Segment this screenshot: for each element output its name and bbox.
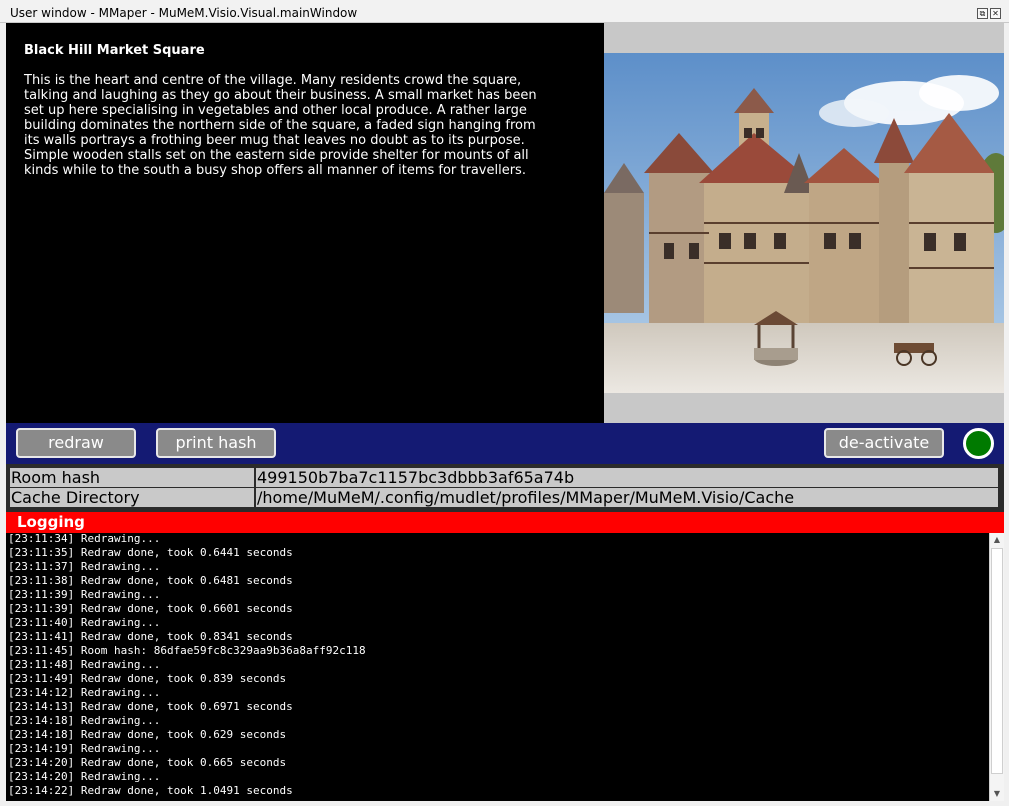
redraw-button[interactable]: redraw xyxy=(16,428,136,458)
info-value: 499150b7ba7c1157bc3dbbb3af65a74b xyxy=(256,468,998,487)
log-line: [23:11:45] Room hash: 86dfae59fc8c329aa9… xyxy=(8,644,366,657)
log-line: [23:14:13] Redraw done, took 0.6971 seco… xyxy=(8,700,293,713)
log-line: [23:11:34] Redrawing... xyxy=(8,533,161,545)
log-lines: [23:11:34] Redrawing... [23:11:35] Redraw… xyxy=(6,533,366,798)
info-key: Cache Directory xyxy=(10,488,254,507)
log-line: [23:14:19] Redrawing... xyxy=(8,742,161,755)
window-title: User window - MMaper - MuMeM.Visio.Visua… xyxy=(10,6,358,20)
window-titlebar: User window - MMaper - MuMeM.Visio.Visua… xyxy=(0,0,1009,23)
room-image-panel xyxy=(604,23,1004,423)
info-row-room-hash: Room hash 499150b7ba7c1157bc3dbbb3af65a7… xyxy=(10,468,998,487)
info-value: /home/MuMeM/.config/mudlet/profiles/MMap… xyxy=(256,488,998,507)
log-line: [23:14:12] Redrawing... xyxy=(8,686,161,699)
scroll-up-icon[interactable]: ▲ xyxy=(990,533,1004,547)
log-line: [23:14:22] Redraw done, took 1.0491 seco… xyxy=(8,784,293,797)
log-line: [23:11:40] Redrawing... xyxy=(8,616,161,629)
log-line: [23:14:20] Redraw done, took 0.665 secon… xyxy=(8,756,287,769)
log-line: [23:14:18] Redraw done, took 0.629 secon… xyxy=(8,728,287,741)
log-scrollbar[interactable]: ▲ ▼ xyxy=(989,533,1004,801)
log-line: [23:11:39] Redraw done, took 0.6601 seco… xyxy=(8,602,293,615)
log-line: [23:11:41] Redraw done, took 0.8341 seco… xyxy=(8,630,293,643)
print-hash-button[interactable]: print hash xyxy=(156,428,276,458)
log-line: [23:11:39] Redrawing... xyxy=(8,588,161,601)
logging-header: Logging xyxy=(6,512,1004,533)
deactivate-button[interactable]: de-activate xyxy=(824,428,944,458)
room-description-panel: Black Hill Market Square This is the hea… xyxy=(6,23,604,423)
log-line: [23:14:20] Redrawing... xyxy=(8,770,161,783)
close-icon[interactable]: ✕ xyxy=(990,8,1001,19)
log-line: [23:11:48] Redrawing... xyxy=(8,658,161,671)
room-image xyxy=(604,53,1004,393)
room-name: Black Hill Market Square xyxy=(24,43,205,58)
log-line: [23:11:35] Redraw done, took 0.6441 seco… xyxy=(8,546,293,559)
status-indicator xyxy=(963,428,994,459)
log-console[interactable]: [23:11:34] Redrawing... [23:11:35] Redraw… xyxy=(6,533,989,801)
toolbar: redraw print hash de-activate xyxy=(6,423,1004,464)
scroll-down-icon[interactable]: ▼ xyxy=(990,787,1004,801)
log-line: [23:14:18] Redrawing... xyxy=(8,714,161,727)
restore-icon[interactable]: ⧉ xyxy=(977,8,988,19)
scrollbar-thumb[interactable] xyxy=(991,548,1003,774)
info-row-cache-directory: Cache Directory /home/MuMeM/.config/mudl… xyxy=(10,488,998,507)
log-line: [23:11:49] Redraw done, took 0.839 secon… xyxy=(8,672,287,685)
info-table: Room hash 499150b7ba7c1157bc3dbbb3af65a7… xyxy=(6,464,1004,512)
log-line: [23:11:38] Redraw done, took 0.6481 seco… xyxy=(8,574,293,587)
info-key: Room hash xyxy=(10,468,254,487)
room-description: This is the heart and centre of the vill… xyxy=(24,73,537,178)
log-line: [23:11:37] Redrawing... xyxy=(8,560,161,573)
